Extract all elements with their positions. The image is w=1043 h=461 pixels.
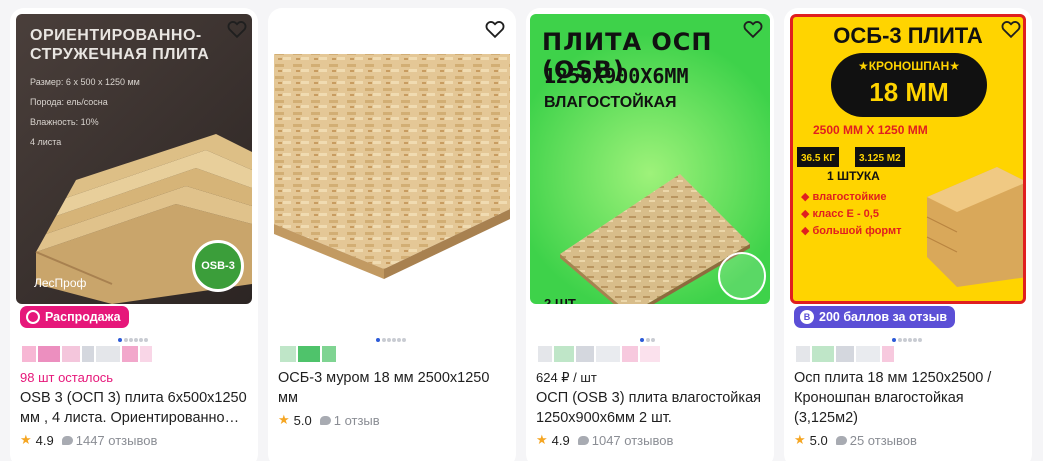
size-label: 2500 ММ Х 1250 ММ [813, 123, 928, 137]
blurred-delivery-info [796, 346, 916, 362]
rating-row: ★ 4.9 1447 отзывов [20, 432, 157, 448]
blurred-delivery-info [22, 346, 162, 362]
rating-value: 4.9 [551, 432, 570, 448]
image-pagination-dots[interactable] [268, 338, 516, 344]
rating-row: ★ 5.0 25 отзывов [794, 432, 917, 448]
brand-banner: ★КРОНОШПАН★ 18 ММ [831, 53, 987, 117]
favorite-heart-icon[interactable] [1000, 18, 1022, 40]
rating-row: ★ 5.0 1 отзыв [278, 412, 380, 428]
favorite-heart-icon[interactable] [742, 18, 764, 40]
star-icon: ★ [536, 432, 548, 447]
rating-value: 5.0 [293, 412, 312, 428]
reviews-icon [577, 435, 589, 445]
osb-stack-illustration [926, 167, 1023, 287]
product-image[interactable]: ПЛИТА ОСП (OSB) 1250Х900Х6ММ ВЛАГОСТОЙКА… [530, 14, 770, 304]
favorite-heart-icon[interactable] [484, 18, 506, 40]
reviews-icon [61, 435, 73, 445]
spec-size: Размер: 6 х 500 х 1250 мм [30, 77, 140, 87]
reviews-count[interactable]: 1447 отзывов [76, 433, 158, 448]
blurred-delivery-info [538, 346, 688, 362]
product-title[interactable]: ОСП (OSB 3) плита влагостойкая 1250х900х… [536, 388, 768, 428]
brand-label: ЛесПроф [34, 276, 87, 290]
product-grid: ОРИЕНТИРОВАННО- СТРУЖЕЧНАЯ ПЛИТА Размер:… [0, 0, 1043, 461]
favorite-heart-icon[interactable] [226, 18, 248, 40]
spec-wood: Порода: ель/сосна [30, 97, 108, 107]
stamp-text: OSB-3 [201, 260, 235, 272]
thickness-label: 18 ММ [869, 77, 949, 107]
star-icon: ★ [794, 432, 806, 447]
product-image[interactable]: ОРИЕНТИРОВАННО- СТРУЖЕЧНАЯ ПЛИТА Размер:… [16, 14, 252, 304]
feature-text: класс Е - 0,5 [812, 208, 879, 220]
sale-badge: Распродажа [20, 306, 129, 328]
product-card[interactable]: ПЛИТА ОСП (OSB) 1250Х900Х6ММ ВЛАГОСТОЙКА… [526, 8, 774, 461]
area-label: 3.125 М2 [859, 153, 901, 164]
osb-sheet-illustration [274, 54, 510, 279]
brand-banner-label: ★КРОНОШПАН★ [857, 59, 961, 73]
reviews-count[interactable]: 1047 отзывов [592, 433, 674, 448]
points-badge: B 200 баллов за отзыв [794, 306, 956, 328]
osb3-stamp: OSB-3 [192, 240, 244, 292]
feature-item: ◆ класс Е - 0,5 [801, 208, 879, 220]
star-icon: ★ [20, 432, 32, 447]
sale-icon [26, 310, 40, 324]
weight-tag: 36.5 КГ [797, 147, 840, 167]
price-per-unit: 624 ₽ / шт [536, 370, 597, 385]
feature-item: ◆ большой формт [801, 225, 902, 237]
feature-list: ◆ влагостойкие ◆ класс Е - 0,5 ◆ большой… [801, 189, 902, 240]
image-pagination-dots[interactable] [784, 338, 1032, 344]
feature-text: влагостойкие [812, 191, 887, 203]
product-image[interactable] [274, 14, 510, 304]
product-title[interactable]: ОСБ-3 муром 18 мм 2500х1250 мм [278, 368, 510, 408]
image-heading: ОРИЕНТИРОВАННО- СТРУЖЕЧНАЯ ПЛИТА [30, 27, 210, 63]
product-image[interactable]: ОСБ-3 ПЛИТА ★КРОНОШПАН★ 18 ММ 2500 ММ Х … [790, 14, 1026, 304]
product-card[interactable]: ОСБ-3 муром 18 мм 2500х1250 мм ★ 5.0 1 о… [268, 8, 516, 461]
feature-text: большой формт [812, 225, 902, 237]
feature-item: ◆ влагостойкие [801, 191, 887, 203]
product-card[interactable]: ОСБ-3 ПЛИТА ★КРОНОШПАН★ 18 ММ 2500 ММ Х … [784, 8, 1032, 461]
product-title[interactable]: OSB 3 (ОСП 3) плита 6х500х1250 мм , 4 ли… [20, 388, 252, 428]
image-line3: ВЛАГОСТОЙКАЯ [544, 94, 677, 111]
sale-badge-label: Распродажа [45, 310, 121, 324]
reviews-count[interactable]: 1 отзыв [334, 413, 380, 428]
image-pagination-dots[interactable] [10, 338, 258, 344]
points-badge-label: 200 баллов за отзыв [819, 310, 948, 324]
star-icon: ★ [278, 412, 290, 427]
image-line2: 1250Х900Х6ММ [544, 64, 689, 88]
brand-seal-icon [718, 252, 766, 300]
weight-label: 36.5 КГ [801, 153, 836, 164]
product-card[interactable]: ОРИЕНТИРОВАННО- СТРУЖЕЧНАЯ ПЛИТА Размер:… [10, 8, 258, 461]
qty-label: 1 ШТУКА [827, 169, 880, 183]
stock-left: 98 шт осталось [20, 370, 114, 385]
points-icon: B [800, 310, 814, 324]
reviews-icon [835, 435, 847, 445]
image-pagination-dots[interactable] [526, 338, 774, 344]
rating-row: ★ 4.9 1047 отзывов [536, 432, 673, 448]
blurred-delivery-info [280, 346, 340, 362]
product-title[interactable]: Осп плита 18 мм 1250х2500 / Кроношпан вл… [794, 368, 1026, 428]
reviews-icon [319, 415, 331, 425]
image-line1: ОСБ-3 ПЛИТА [833, 23, 983, 48]
qty-label: 2 ШТ. [544, 296, 578, 304]
spec-moisture: Влажность: 10% [30, 117, 99, 127]
rating-value: 4.9 [35, 432, 54, 448]
area-tag: 3.125 М2 [855, 147, 905, 167]
reviews-count[interactable]: 25 отзывов [850, 433, 917, 448]
rating-value: 5.0 [809, 432, 828, 448]
